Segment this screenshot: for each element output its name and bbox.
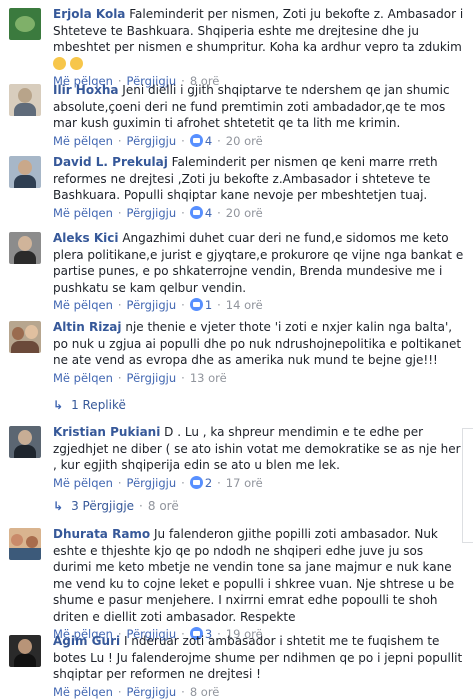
avatar[interactable] xyxy=(9,156,41,188)
overlay-panel-edge xyxy=(462,428,473,543)
fist-emoji-icon xyxy=(70,57,83,70)
comment-author[interactable]: Kristian Pukiani xyxy=(53,425,160,439)
separator: · xyxy=(139,499,143,513)
reply-button[interactable]: Përgjigju xyxy=(127,134,177,148)
comment-author[interactable]: David L. Prekulaj xyxy=(53,155,168,169)
comment-time[interactable]: 13 orë xyxy=(190,371,227,385)
comment-time[interactable]: 14 orë xyxy=(226,298,263,312)
like-button[interactable]: Më pëlqen xyxy=(53,371,113,385)
reply-button[interactable]: Përgjigju xyxy=(127,476,177,490)
view-replies-link[interactable]: ↳ 3 Përgjigje · 8 orë xyxy=(53,499,179,513)
reply-button[interactable]: Përgjigju xyxy=(127,298,177,312)
reply-arrow-icon: ↳ xyxy=(53,398,63,412)
separator: · xyxy=(181,685,185,699)
comment-actions: Më pëlqen · Përgjigju · 8 orë xyxy=(53,684,464,700)
comment-author[interactable]: Ilir Hoxha xyxy=(53,83,118,97)
reply-arrow-icon: ↳ xyxy=(53,499,63,513)
avatar[interactable] xyxy=(9,528,41,560)
like-button[interactable]: Më pëlqen xyxy=(53,134,113,148)
like-reaction-icon[interactable] xyxy=(190,476,203,489)
separator: · xyxy=(181,206,185,220)
separator: · xyxy=(118,298,122,312)
comment-author[interactable]: Dhurata Ramo xyxy=(53,527,150,541)
comment-actions: Më pëlqen · Përgjigju · 1 · 14 orë xyxy=(53,297,464,314)
like-button[interactable]: Më pëlqen xyxy=(53,298,113,312)
like-reaction-icon[interactable] xyxy=(190,206,203,219)
like-reaction-icon[interactable] xyxy=(190,134,203,147)
avatar[interactable] xyxy=(9,84,41,116)
reply-button[interactable]: Përgjigju xyxy=(127,206,177,220)
comment-time[interactable]: 20 orë xyxy=(226,134,263,148)
replies-count[interactable]: 1 Replikë xyxy=(71,398,126,412)
avatar[interactable] xyxy=(9,232,41,264)
like-count[interactable]: 2 xyxy=(205,476,212,490)
reply-button[interactable]: Përgjigju xyxy=(127,371,177,385)
like-button[interactable]: Më pëlqen xyxy=(53,206,113,220)
comment-actions: Më pëlqen · Përgjigju · 2 · 17 orë xyxy=(53,475,464,492)
separator: · xyxy=(217,206,221,220)
separator: · xyxy=(118,134,122,148)
like-reaction-icon[interactable] xyxy=(190,298,203,311)
fist-emoji-icon xyxy=(53,57,66,70)
reply-button[interactable]: Përgjigju xyxy=(127,685,177,699)
separator: · xyxy=(118,371,122,385)
separator: · xyxy=(181,134,185,148)
like-button[interactable]: Më pëlqen xyxy=(53,685,113,699)
separator: · xyxy=(118,685,122,699)
separator: · xyxy=(118,476,122,490)
like-count[interactable]: 4 xyxy=(205,134,212,148)
separator: · xyxy=(217,134,221,148)
avatar[interactable] xyxy=(9,8,41,40)
avatar[interactable] xyxy=(9,635,41,667)
separator: · xyxy=(118,206,122,220)
comment-time[interactable]: 17 orë xyxy=(226,476,263,490)
comment-actions: Më pëlqen · Përgjigju · 13 orë xyxy=(53,370,464,387)
comment-time[interactable]: 8 orë xyxy=(190,685,220,699)
like-button[interactable]: Më pëlqen xyxy=(53,476,113,490)
separator: · xyxy=(181,371,185,385)
comment-author[interactable]: Altin Rizaj xyxy=(53,320,122,334)
comment-text: Ju falenderon gjithe popilli zoti ambasa… xyxy=(53,527,454,624)
like-count[interactable]: 1 xyxy=(205,298,212,312)
comment-actions: Më pëlqen · Përgjigju · 4 · 20 orë xyxy=(53,133,464,150)
replies-count[interactable]: 3 Përgjigje xyxy=(71,499,134,513)
avatar[interactable] xyxy=(9,426,41,458)
avatar[interactable] xyxy=(9,321,41,353)
separator: · xyxy=(181,298,185,312)
separator: · xyxy=(217,298,221,312)
separator: · xyxy=(217,476,221,490)
view-replies-link[interactable]: ↳ 1 Replikë xyxy=(53,398,126,412)
comment-author[interactable]: Erjola Kola xyxy=(53,7,125,21)
comment-actions: Më pëlqen · Përgjigju · 4 · 20 orë xyxy=(53,205,464,222)
separator: · xyxy=(181,476,185,490)
replies-time[interactable]: 8 orë xyxy=(148,499,179,513)
comment-author[interactable]: Aleks Kici xyxy=(53,231,118,245)
comment-time[interactable]: 20 orë xyxy=(226,206,263,220)
comment-author[interactable]: Agim Guri xyxy=(53,634,120,648)
like-count[interactable]: 4 xyxy=(205,206,212,220)
